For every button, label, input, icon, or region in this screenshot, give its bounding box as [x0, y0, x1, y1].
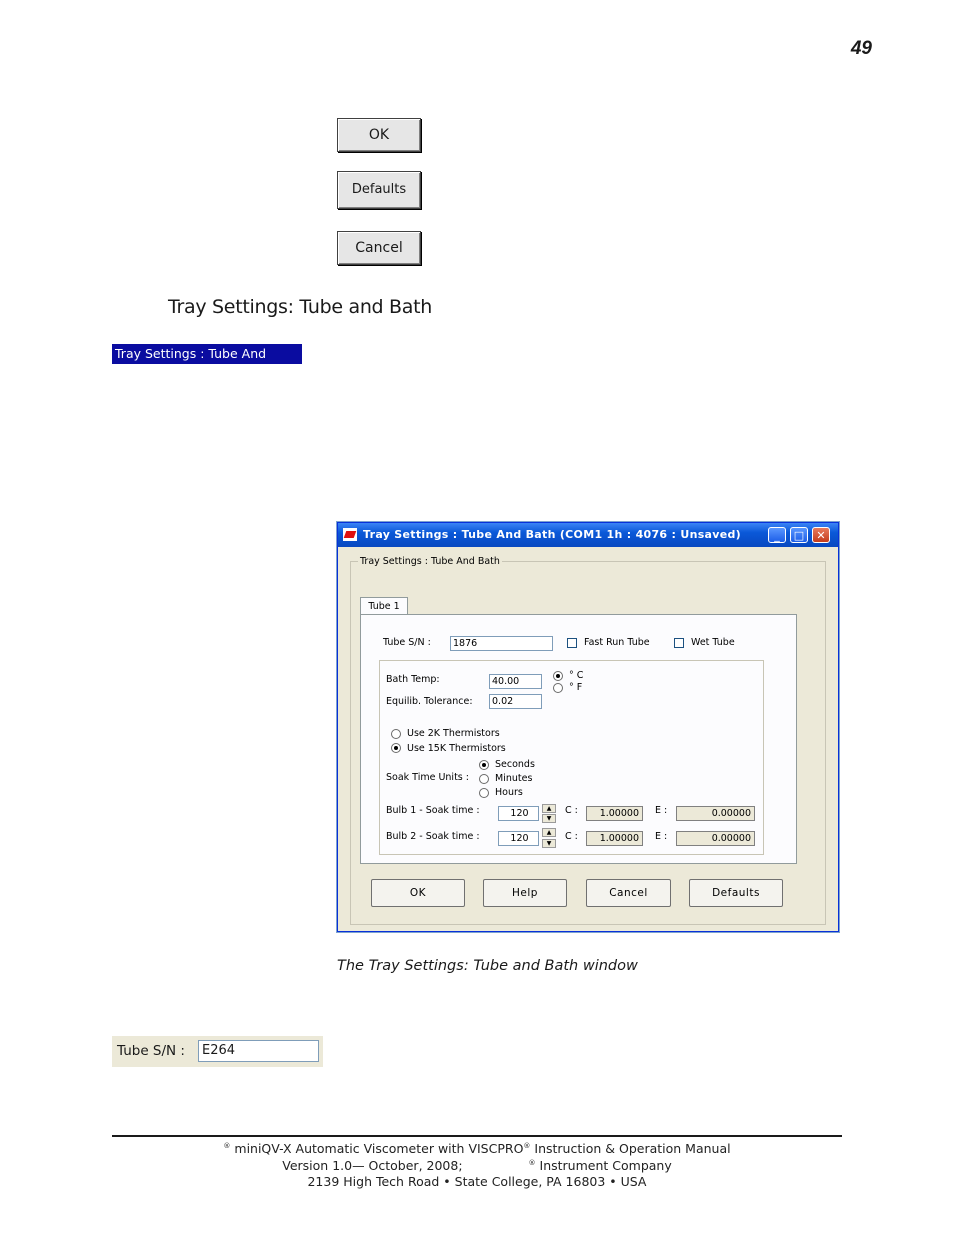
- soak-minutes-radio[interactable]: [479, 774, 489, 784]
- dialog-title: Tray Settings : Tube And Bath (COM1 1h :…: [363, 528, 742, 541]
- bulb2-down-icon[interactable]: ▼: [542, 839, 556, 848]
- bulb2-soak-input[interactable]: 120: [498, 831, 539, 846]
- footer-address: 2139 High Tech Road • State College, PA …: [307, 1174, 647, 1189]
- thermistor-2k-radio[interactable]: [391, 729, 401, 739]
- bulb1-down-icon[interactable]: ▼: [542, 814, 556, 823]
- bulb1-e-label: E :: [655, 805, 668, 816]
- tray-settings-dialog: Tray Settings : Tube And Bath (COM1 1h :…: [337, 522, 839, 932]
- bulb2-label: Bulb 2 - Soak time :: [386, 831, 480, 842]
- tube-sn-input[interactable]: 1876: [450, 636, 553, 651]
- tube-sn-example-input[interactable]: E264: [198, 1040, 319, 1062]
- footer-version: Version 1.0— October, 2008;: [282, 1158, 463, 1173]
- thermistor-15k-label: Use 15K Thermistors: [407, 743, 506, 754]
- footer-manual: Instruction & Operation Manual: [530, 1141, 731, 1156]
- wet-tube-label: Wet Tube: [691, 637, 735, 648]
- bulb1-c-field: 1.00000: [586, 806, 643, 821]
- footer-product: miniQV-X Automatic Viscometer with VISCP…: [234, 1141, 524, 1156]
- bulb1-c-label: C :: [565, 805, 578, 816]
- soak-hours-label: Hours: [495, 787, 523, 798]
- bulb1-e-field: 0.00000: [676, 806, 755, 821]
- dialog-cancel-button[interactable]: Cancel: [586, 879, 671, 907]
- thermistor-15k-radio[interactable]: [391, 743, 401, 753]
- footer-line-1: ® miniQV-X Automatic Viscometer with VIS…: [112, 1141, 842, 1156]
- registered-mark: ®: [223, 1141, 231, 1150]
- fast-run-label: Fast Run Tube: [584, 637, 650, 648]
- soak-seconds-radio[interactable]: [479, 760, 489, 770]
- page-number: 49: [850, 38, 872, 59]
- bulb1-label: Bulb 1 - Soak time :: [386, 805, 480, 816]
- tube-sn-example: Tube S/N : E264: [112, 1036, 323, 1067]
- bulb1-up-icon[interactable]: ▲: [542, 804, 556, 813]
- maximize-icon[interactable]: □: [790, 527, 808, 543]
- tube-sn-example-label: Tube S/N :: [117, 1043, 185, 1059]
- wet-tube-checkbox[interactable]: [674, 638, 684, 648]
- bulb2-up-icon[interactable]: ▲: [542, 828, 556, 837]
- soak-hours-radio[interactable]: [479, 788, 489, 798]
- footer-rule: [112, 1135, 842, 1137]
- unit-f-radio[interactable]: [553, 683, 563, 693]
- bulb2-c-field: 1.00000: [586, 831, 643, 846]
- unit-c-label: ° C: [569, 670, 584, 681]
- bath-temp-input[interactable]: 40.00: [489, 674, 542, 689]
- dialog-ok-button[interactable]: OK: [371, 879, 465, 907]
- cancel-button[interactable]: Cancel: [337, 231, 421, 265]
- fast-run-checkbox[interactable]: [567, 638, 577, 648]
- bulb1-soak-input[interactable]: 120: [498, 806, 539, 821]
- defaults-button[interactable]: Defaults: [337, 171, 421, 209]
- soak-units-label: Soak Time Units :: [386, 772, 469, 783]
- bulb2-e-label: E :: [655, 831, 668, 842]
- menu-item-tray-settings[interactable]: Tray Settings : Tube And Bath...: [112, 344, 302, 381]
- bulb2-e-field: 0.00000: [676, 831, 755, 846]
- section-title: Tray Settings: Tube and Bath: [168, 296, 433, 318]
- thermistor-2k-label: Use 2K Thermistors: [407, 728, 500, 739]
- dialog-defaults-button[interactable]: Defaults: [689, 879, 783, 907]
- soak-minutes-label: Minutes: [495, 773, 533, 784]
- bulb2-c-label: C :: [565, 831, 578, 842]
- group-label: Tray Settings : Tube And Bath: [358, 556, 502, 567]
- equilib-input[interactable]: 0.02: [489, 694, 542, 709]
- footer-company: Instrument Company: [535, 1158, 672, 1173]
- footer-line-2: Version 1.0— October, 2008; ® Instrument …: [112, 1158, 842, 1173]
- dialog-titlebar[interactable]: Tray Settings : Tube And Bath (COM1 1h :…: [338, 523, 838, 547]
- unit-c-radio[interactable]: [553, 671, 563, 681]
- app-icon: [343, 528, 357, 541]
- dialog-help-button[interactable]: Help: [483, 879, 567, 907]
- tab-tube-1[interactable]: Tube 1: [360, 597, 408, 615]
- ok-button[interactable]: OK: [337, 118, 421, 152]
- minimize-icon[interactable]: _: [768, 527, 786, 543]
- registered-mark: ®: [528, 1158, 536, 1167]
- close-icon[interactable]: ✕: [812, 527, 830, 543]
- unit-f-label: ° F: [569, 682, 583, 693]
- bath-temp-label: Bath Temp:: [386, 674, 440, 685]
- equilib-label: Equilib. Tolerance:: [386, 696, 473, 707]
- soak-seconds-label: Seconds: [495, 759, 535, 770]
- tube-sn-label: Tube S/N :: [383, 637, 431, 648]
- figure-caption: The Tray Settings: Tube and Bath window: [337, 958, 638, 974]
